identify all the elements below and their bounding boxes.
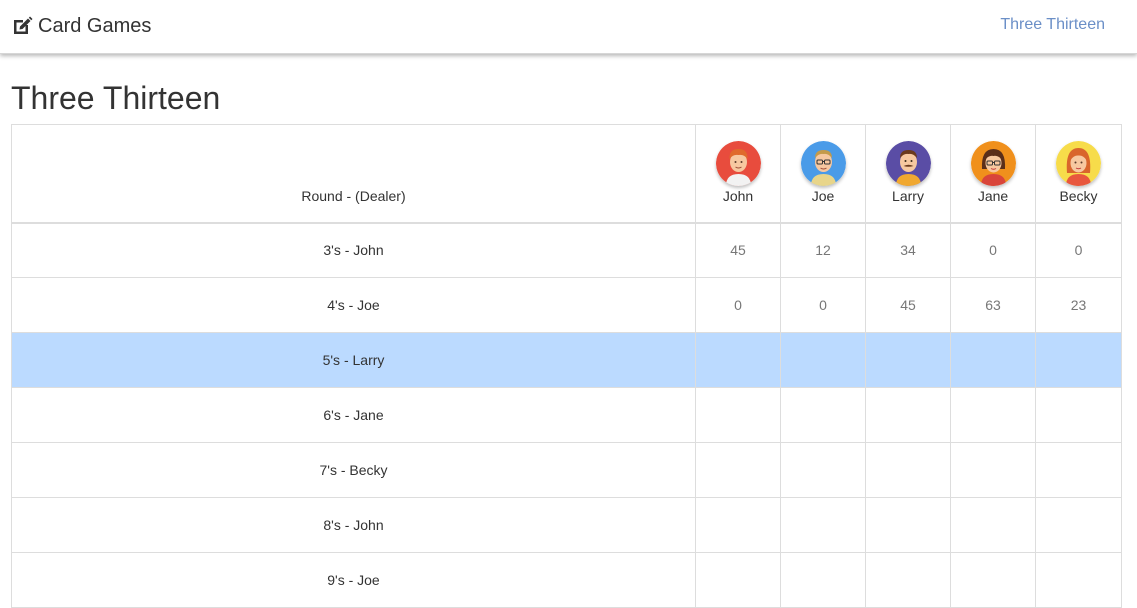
score-cell[interactable]	[780, 387, 866, 443]
round-label: 5's - Larry	[11, 332, 696, 388]
player-name-jane: Jane	[977, 187, 1009, 204]
player-name-joe: Joe	[811, 187, 835, 204]
nav-link-three-thirteen[interactable]: Three Thirteen	[1000, 16, 1105, 34]
round-label: 9's - Joe	[11, 552, 696, 608]
player-header-becky: Becky	[1035, 124, 1122, 224]
score-cell[interactable]	[865, 387, 951, 443]
score-cell[interactable]	[1035, 332, 1122, 388]
score-cell[interactable]: 45	[865, 277, 951, 333]
score-cell[interactable]	[950, 332, 1036, 388]
score-cell[interactable]: 63	[950, 277, 1036, 333]
score-cell[interactable]	[950, 497, 1036, 553]
table-row[interactable]: 6's - Jane	[11, 387, 1122, 443]
round-label: 8's - John	[11, 497, 696, 553]
player-header-john: John	[695, 124, 781, 224]
score-cell[interactable]	[780, 332, 866, 388]
player-name-becky: Becky	[1059, 187, 1098, 204]
score-cell[interactable]: 0	[1035, 222, 1122, 278]
table-row-active[interactable]: 5's - Larry	[11, 332, 1122, 388]
score-cell[interactable]	[780, 442, 866, 498]
redhead-man-avatar-icon	[715, 140, 761, 186]
score-cell[interactable]	[865, 442, 951, 498]
table-row[interactable]: 8's - John	[11, 497, 1122, 553]
score-cell[interactable]	[865, 552, 951, 608]
score-cell[interactable]: 0	[780, 277, 866, 333]
round-label: 7's - Becky	[11, 442, 696, 498]
score-cell[interactable]: 12	[780, 222, 866, 278]
score-cell[interactable]	[695, 552, 781, 608]
score-cell[interactable]	[695, 497, 781, 553]
score-cell[interactable]	[1035, 497, 1122, 553]
score-cell[interactable]	[950, 387, 1036, 443]
table-row[interactable]: 3's - John 45 12 34 0 0	[11, 222, 1122, 278]
score-cell[interactable]: 0	[950, 222, 1036, 278]
edit-icon	[11, 15, 33, 37]
brand-link[interactable]: Card Games	[11, 14, 151, 38]
score-cell[interactable]: 45	[695, 222, 781, 278]
mustache-man-avatar-icon	[885, 140, 931, 186]
score-cell[interactable]	[865, 497, 951, 553]
score-cell[interactable]	[1035, 552, 1122, 608]
score-cell[interactable]: 0	[695, 277, 781, 333]
score-cell[interactable]	[950, 442, 1036, 498]
brand-label: Card Games	[38, 14, 152, 37]
player-name-larry: Larry	[892, 187, 924, 204]
table-header-row: Round - (Dealer) John Joe Larry Jane Bec…	[11, 124, 1122, 224]
score-cell[interactable]	[780, 552, 866, 608]
page-title: Three Thirteen	[11, 80, 221, 116]
player-header-jane: Jane	[950, 124, 1036, 224]
score-cell[interactable]	[695, 442, 781, 498]
glasses-man-avatar-icon	[800, 140, 846, 186]
table-row[interactable]: 4's - Joe 0 0 45 63 23	[11, 277, 1122, 333]
round-label: 4's - Joe	[11, 277, 696, 333]
score-cell[interactable]	[1035, 387, 1122, 443]
score-cell[interactable]	[695, 332, 781, 388]
round-label: 6's - Jane	[11, 387, 696, 443]
player-header-joe: Joe	[780, 124, 866, 224]
score-cell[interactable]	[950, 552, 1036, 608]
table-row[interactable]: 7's - Becky	[11, 442, 1122, 498]
top-navbar: Card Games Three Thirteen	[0, 0, 1137, 54]
score-cell[interactable]	[865, 332, 951, 388]
round-column-header: Round - (Dealer)	[11, 124, 696, 224]
player-header-larry: Larry	[865, 124, 951, 224]
score-cell[interactable]: 34	[865, 222, 951, 278]
score-cell[interactable]	[1035, 442, 1122, 498]
score-table: Round - (Dealer) John Joe Larry Jane Bec…	[11, 124, 1122, 608]
score-cell[interactable]	[695, 387, 781, 443]
table-row[interactable]: 9's - Joe	[11, 552, 1122, 608]
redhead-woman-avatar-icon	[1056, 140, 1101, 186]
glasses-woman-avatar-icon	[970, 140, 1016, 186]
score-cell[interactable]	[780, 497, 866, 553]
score-cell[interactable]: 23	[1035, 277, 1122, 333]
round-label: 3's - John	[11, 222, 696, 278]
player-name-john: John	[722, 187, 754, 204]
